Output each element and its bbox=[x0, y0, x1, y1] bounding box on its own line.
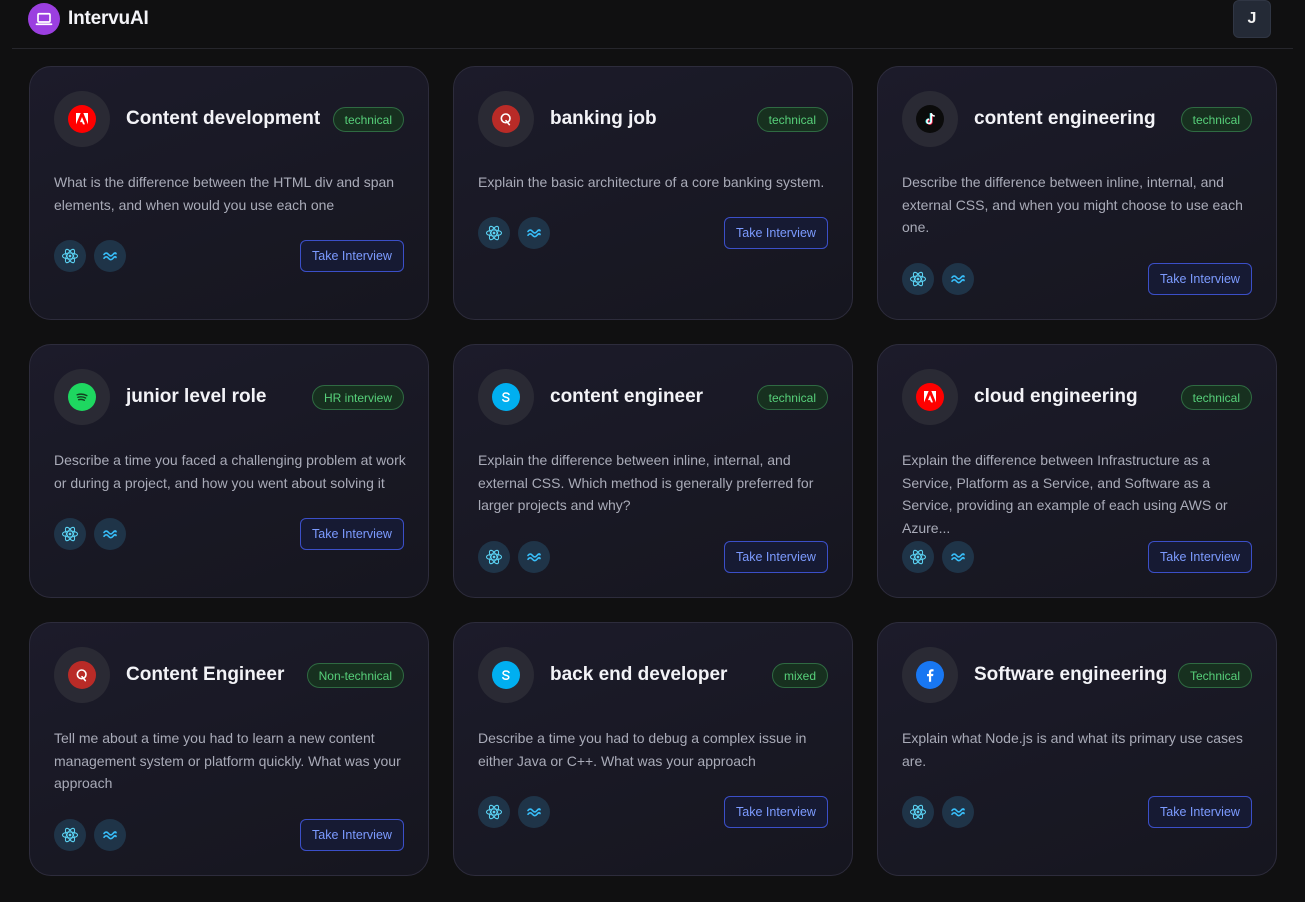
interview-type-badge: HR interview bbox=[311, 385, 404, 410]
interview-question: Explain the difference between inline, i… bbox=[478, 452, 814, 514]
react-icon bbox=[902, 796, 934, 828]
take-interview-button[interactable]: Take Interview bbox=[1148, 796, 1252, 828]
interview-question: Explain the difference between Infrastru… bbox=[902, 452, 1228, 536]
interview-title: back end developer bbox=[550, 664, 728, 685]
skype-logo-icon bbox=[478, 369, 534, 425]
interview-question: Describe a time you had to debug a compl… bbox=[478, 730, 807, 769]
interview-card: content engineer technical Explain the d… bbox=[453, 344, 853, 598]
quora-logo-icon bbox=[478, 91, 534, 147]
interview-question: What is the difference between the HTML … bbox=[54, 174, 395, 213]
app-name[interactable]: IntervuAI bbox=[68, 8, 149, 30]
react-icon bbox=[54, 518, 86, 550]
tailwind-icon bbox=[518, 796, 550, 828]
interview-question: Describe a time you faced a challenging … bbox=[54, 452, 406, 491]
interview-type-badge: technical bbox=[756, 385, 828, 410]
interview-type-badge: technical bbox=[756, 107, 828, 132]
interview-question: Tell me about a time you had to learn a … bbox=[54, 730, 401, 792]
tailwind-icon bbox=[942, 263, 974, 295]
interview-card: banking job technical Explain the basic … bbox=[453, 66, 853, 320]
react-icon bbox=[902, 541, 934, 573]
interview-card: cloud engineering technical Explain the … bbox=[877, 344, 1277, 598]
facebook-logo-icon bbox=[902, 647, 958, 703]
interview-card: Content Engineer Non-technical Tell me a… bbox=[29, 622, 429, 876]
interview-type-badge: technical bbox=[1180, 385, 1252, 410]
interview-type-badge: Technical bbox=[1177, 663, 1252, 688]
skype-logo-icon bbox=[478, 647, 534, 703]
tailwind-icon bbox=[94, 819, 126, 851]
tailwind-icon bbox=[94, 240, 126, 272]
tailwind-icon bbox=[942, 541, 974, 573]
spotify-logo-icon bbox=[54, 369, 110, 425]
react-icon bbox=[478, 217, 510, 249]
interview-question: Explain the basic architecture of a core… bbox=[478, 174, 825, 190]
interview-type-badge: technical bbox=[1180, 107, 1252, 132]
quora-logo-icon bbox=[54, 647, 110, 703]
interview-card: Software engineering Technical Explain w… bbox=[877, 622, 1277, 876]
interview-card: content engineering technical Describe t… bbox=[877, 66, 1277, 320]
tiktok-logo-icon bbox=[902, 91, 958, 147]
react-icon bbox=[478, 796, 510, 828]
adobe-logo-icon bbox=[902, 369, 958, 425]
tailwind-icon bbox=[94, 518, 126, 550]
react-icon bbox=[54, 240, 86, 272]
take-interview-button[interactable]: Take Interview bbox=[724, 217, 828, 249]
interview-card: Content development technical What is th… bbox=[29, 66, 429, 320]
tailwind-icon bbox=[942, 796, 974, 828]
adobe-logo-icon bbox=[54, 91, 110, 147]
take-interview-button[interactable]: Take Interview bbox=[1148, 541, 1252, 573]
interview-title: Content development bbox=[126, 108, 321, 129]
interview-title: Content Engineer bbox=[126, 664, 285, 685]
react-icon bbox=[54, 819, 86, 851]
user-avatar-button[interactable]: J bbox=[1233, 0, 1271, 38]
interview-card: junior level role HR interview Describe … bbox=[29, 344, 429, 598]
interview-title: cloud engineering bbox=[974, 386, 1138, 407]
interview-type-badge: technical bbox=[332, 107, 404, 132]
take-interview-button[interactable]: Take Interview bbox=[300, 819, 404, 851]
interview-title: Software engineering bbox=[974, 664, 1168, 685]
top-bar: IntervuAI J bbox=[12, 0, 1293, 49]
take-interview-button[interactable]: Take Interview bbox=[1148, 263, 1252, 295]
take-interview-button[interactable]: Take Interview bbox=[724, 796, 828, 828]
interview-question: Explain what Node.js is and what its pri… bbox=[902, 730, 1243, 769]
react-icon bbox=[478, 541, 510, 573]
interview-title: content engineering bbox=[974, 108, 1156, 129]
tailwind-icon bbox=[518, 541, 550, 573]
take-interview-button[interactable]: Take Interview bbox=[724, 541, 828, 573]
interview-title: junior level role bbox=[126, 386, 267, 407]
interview-card: back end developer mixed Describe a time… bbox=[453, 622, 853, 876]
interview-title: content engineer bbox=[550, 386, 704, 407]
tailwind-icon bbox=[518, 217, 550, 249]
interview-type-badge: mixed bbox=[771, 663, 828, 688]
take-interview-button[interactable]: Take Interview bbox=[300, 518, 404, 550]
interview-question: Describe the difference between inline, … bbox=[902, 174, 1243, 236]
laptop-icon[interactable] bbox=[28, 3, 60, 35]
interview-type-badge: Non-technical bbox=[306, 663, 404, 688]
take-interview-button[interactable]: Take Interview bbox=[300, 240, 404, 272]
interview-title: banking job bbox=[550, 108, 657, 129]
react-icon bbox=[902, 263, 934, 295]
